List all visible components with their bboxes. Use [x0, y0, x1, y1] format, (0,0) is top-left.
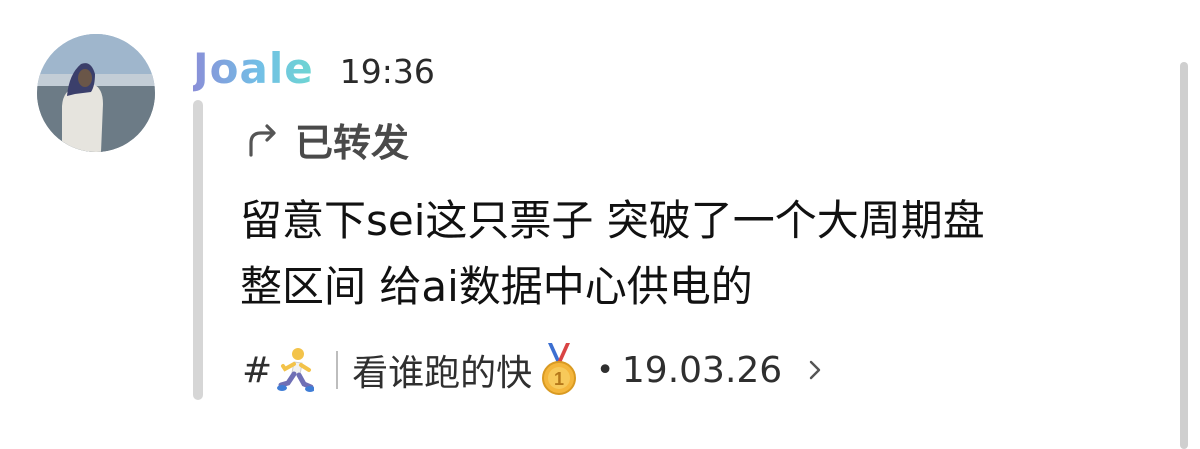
chat-message-view: Joale 19:36 已转发 留意下sei这只票子 突破了一个大周期盘 整区间…	[0, 0, 1200, 449]
avatar[interactable]	[37, 34, 155, 152]
person-running-icon	[277, 348, 315, 392]
channel-name: 看谁跑的快	[352, 353, 533, 394]
author-name[interactable]: Joale	[193, 44, 314, 93]
hash-symbol: #	[242, 349, 273, 391]
forward-date: 19.03.26	[621, 349, 783, 391]
separator-dot: •	[596, 352, 614, 388]
message-time: 19:36	[339, 52, 435, 91]
scrollbar[interactable]	[1180, 62, 1188, 449]
forward-source[interactable]: # 看谁跑的快 1 • 19.03.26	[242, 340, 826, 400]
message-line-1: 留意下sei这只票子 突破了一个大周期盘	[240, 196, 985, 245]
forward-quote-bar	[193, 100, 203, 400]
forwarded-label: 已转发	[243, 112, 409, 167]
forwarded-text: 已转发	[295, 121, 410, 165]
chevron-right-icon[interactable]	[804, 359, 826, 381]
message-body: 留意下sei这只票子 突破了一个大周期盘 整区间 给ai数据中心供电的	[240, 188, 1140, 320]
svg-text:1: 1	[554, 369, 564, 389]
avatar-photo-icon	[37, 34, 155, 152]
divider	[336, 351, 339, 389]
message-line-2: 整区间 给ai数据中心供电的	[240, 262, 753, 311]
forward-arrow-icon	[249, 123, 276, 157]
first-place-medal-icon: 1	[542, 343, 577, 395]
message-header: Joale 19:36	[193, 44, 435, 100]
